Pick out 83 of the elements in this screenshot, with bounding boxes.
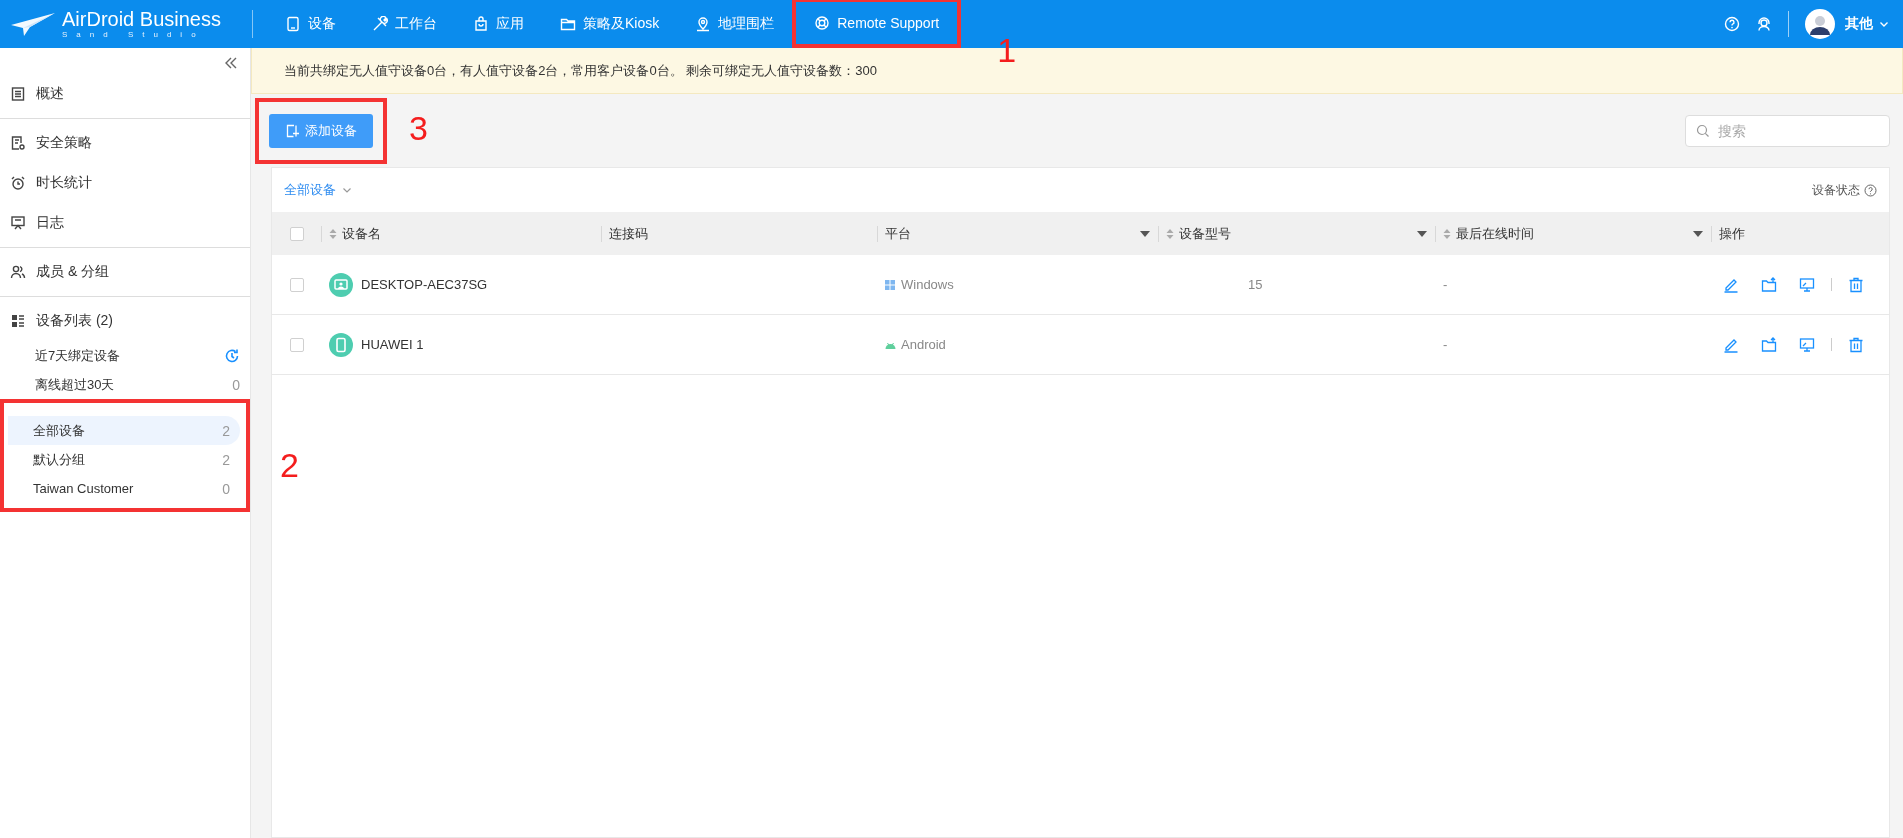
nav-tab[interactable]: 地理围栏: [677, 0, 793, 48]
sort-icon[interactable]: [1166, 227, 1174, 240]
sort-icon[interactable]: [329, 227, 337, 240]
people-icon: [10, 264, 26, 280]
item-count: 2: [222, 451, 230, 468]
clock-refresh-icon[interactable]: [224, 347, 240, 364]
platform-name: Android: [901, 337, 946, 352]
presentation-board-icon: [10, 215, 26, 231]
help-icon: [1864, 183, 1877, 197]
chevron-down-icon: [1879, 19, 1889, 29]
sort-icon[interactable]: [1443, 227, 1451, 240]
document-icon: [10, 86, 26, 102]
delete-icon[interactable]: [1848, 276, 1864, 293]
sidebar-item[interactable]: 日志: [0, 203, 250, 243]
nav-tab[interactable]: 工作台: [354, 0, 455, 48]
filter-caret-icon[interactable]: [1140, 230, 1150, 237]
column-header: 操作: [1719, 224, 1745, 243]
chevron-down-icon: [342, 185, 352, 195]
nav-tab[interactable]: 策略及Kiosk: [542, 0, 678, 48]
add-device-icon: [285, 124, 299, 138]
device-model: 15: [1248, 277, 1263, 292]
lifebuoy-icon: [814, 15, 831, 31]
search-field[interactable]: 搜索: [1685, 115, 1890, 147]
sidebar-item[interactable]: 概述: [0, 74, 250, 114]
checkbox[interactable]: [289, 226, 304, 241]
group-filter-dropdown[interactable]: 全部设备: [284, 181, 352, 199]
last-online-time: -: [1443, 337, 1448, 352]
column-header: 平台: [885, 224, 911, 243]
nav-tab[interactable]: 应用: [455, 0, 542, 48]
device-name[interactable]: HUAWEI 1: [361, 337, 424, 352]
headset-icon[interactable]: [1756, 16, 1772, 32]
collapse-icon[interactable]: [224, 56, 238, 70]
group-item[interactable]: Taiwan Customer 0: [8, 474, 240, 503]
group-item[interactable]: 默认分组 2: [8, 445, 240, 474]
remote-screen-icon[interactable]: [1799, 336, 1815, 353]
column-header: 连接码: [609, 224, 648, 243]
device-status-link[interactable]: 设备状态: [1812, 181, 1877, 199]
filter-caret-icon[interactable]: [1693, 230, 1703, 237]
search-icon: [1696, 124, 1710, 138]
sidebar-subitem[interactable]: 离线超过30天: [35, 375, 115, 394]
remote-screen-icon[interactable]: [1799, 276, 1815, 293]
checkbox[interactable]: [289, 277, 304, 292]
phone-icon: [329, 332, 353, 357]
column-header: 最后在线时间: [1456, 224, 1534, 243]
bag-icon: [473, 16, 489, 32]
item-count: 0: [232, 376, 240, 393]
item-count: 0: [222, 480, 230, 497]
document-gear-icon: [10, 135, 26, 151]
group-item[interactable]: 全部设备 2: [8, 416, 240, 445]
tablet-icon: [285, 16, 301, 32]
sidebar-item[interactable]: 时长统计: [0, 163, 250, 203]
logo-subtitle: Sand Studio: [62, 31, 206, 39]
map-pin-icon: [695, 16, 712, 32]
sidebar-item[interactable]: 安全策略: [0, 123, 250, 163]
filter-caret-icon[interactable]: [1417, 230, 1427, 237]
column-header: 设备名: [342, 224, 381, 243]
monitor-person-icon: [329, 272, 353, 297]
folder-upload-icon[interactable]: [1761, 276, 1777, 293]
avatar[interactable]: [1805, 9, 1835, 39]
folder-icon: [560, 16, 576, 32]
paper-plane-logo-icon: [10, 11, 56, 37]
list-icon: [10, 313, 26, 329]
nav-tab[interactable]: 设备: [267, 0, 354, 48]
item-count: 2: [222, 422, 230, 439]
folder-upload-icon[interactable]: [1761, 336, 1777, 353]
tools-icon: [372, 16, 388, 32]
device-name[interactable]: DESKTOP-AEC37SG: [361, 277, 488, 292]
platform-name: Windows: [901, 277, 954, 292]
help-icon[interactable]: [1724, 16, 1740, 32]
windows-icon: [885, 279, 896, 290]
sidebar-item[interactable]: 设备列表 (2): [0, 301, 250, 341]
alarm-clock-icon: [10, 175, 26, 191]
checkbox[interactable]: [289, 337, 304, 352]
last-online-time: -: [1443, 277, 1448, 292]
sidebar-subitem[interactable]: 近7天绑定设备: [35, 346, 121, 365]
user-menu[interactable]: 其他: [1845, 15, 1889, 33]
sidebar-item[interactable]: 成员 & 分组: [0, 252, 250, 292]
column-header: 设备型号: [1179, 224, 1231, 243]
delete-icon[interactable]: [1848, 336, 1864, 353]
nav-tab[interactable]: Remote Support: [796, 2, 958, 44]
logo-title: AirDroid Business: [62, 9, 221, 29]
annotation-number: 3: [409, 111, 428, 145]
annotation-number: 2: [280, 447, 299, 482]
